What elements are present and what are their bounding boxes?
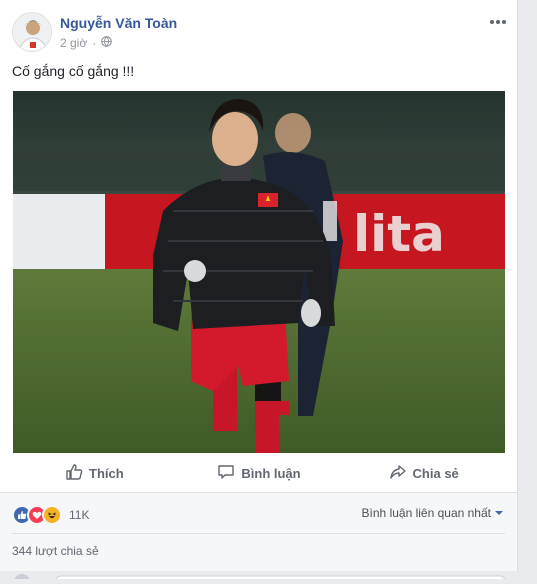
comment-icon — [217, 463, 235, 484]
more-options-icon[interactable] — [488, 14, 508, 30]
like-button[interactable]: Thích — [12, 463, 177, 484]
reaction-summary[interactable]: 11K — [12, 505, 89, 525]
post-header: Nguyễn Văn Toàn 2 giờ · — [12, 12, 508, 56]
post-actions: Thích Bình luận Chia sẻ — [12, 456, 506, 490]
comment-label: Bình luận — [241, 465, 301, 481]
share-button[interactable]: Chia sẻ — [341, 463, 506, 484]
like-label: Thích — [89, 465, 124, 481]
comment-sort-label: Bình luận liên quan nhất — [361, 506, 491, 520]
share-count[interactable]: 344 lượt chia sẻ — [12, 544, 99, 558]
post-card: Nguyễn Văn Toàn 2 giờ · Cố gắng cố gắng … — [0, 0, 518, 584]
post-meta: 2 giờ · — [60, 36, 113, 50]
comment-button[interactable]: Bình luận — [177, 463, 342, 484]
author-avatar[interactable] — [12, 12, 52, 52]
haha-icon — [42, 505, 62, 525]
page-background — [518, 0, 537, 571]
divider — [12, 533, 505, 534]
author-name[interactable]: Nguyễn Văn Toàn — [60, 15, 177, 31]
share-arrow-icon — [389, 463, 407, 484]
post-text: Cố gắng cố gắng !!! — [12, 63, 135, 79]
post-timestamp[interactable]: 2 giờ — [60, 36, 87, 50]
reaction-count[interactable]: 11K — [69, 508, 89, 522]
caret-down-icon — [495, 511, 503, 515]
comment-composer-peek — [12, 566, 506, 584]
globe-icon[interactable] — [101, 36, 113, 50]
post-photo[interactable]: lita — [13, 91, 505, 453]
share-label: Chia sẻ — [412, 465, 459, 481]
dot-separator: · — [92, 36, 97, 50]
comment-sort-dropdown[interactable]: Bình luận liên quan nhất — [362, 506, 503, 520]
avatar-image — [13, 13, 51, 51]
thumbs-up-icon — [65, 463, 83, 484]
svg-text:lita: lita — [353, 205, 445, 263]
football-player-photo: lita — [13, 91, 505, 453]
